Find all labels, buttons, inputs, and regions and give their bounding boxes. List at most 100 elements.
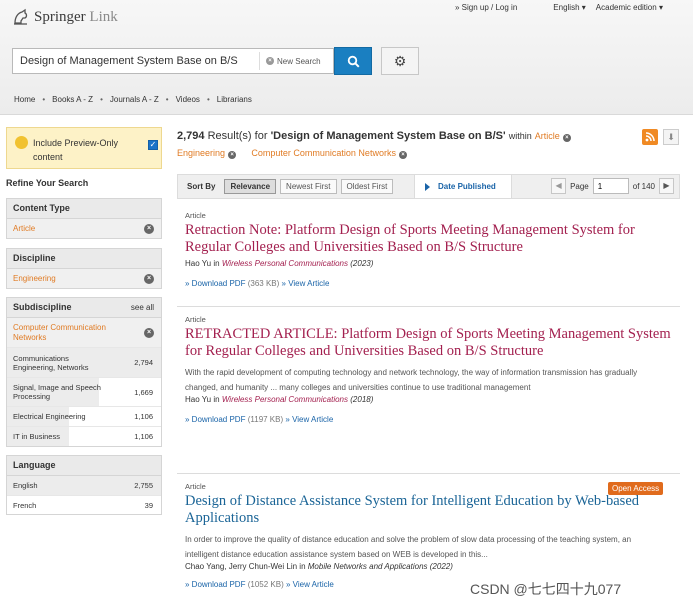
date-published-toggle[interactable]: Date Published — [414, 175, 512, 198]
springer-horse-icon — [14, 8, 28, 25]
view-article-link[interactable]: » View Article — [286, 580, 334, 589]
remove-filter-icon[interactable]: × — [228, 151, 237, 159]
facet-selected-label: Computer Communication Networks — [13, 323, 106, 342]
facet-selected-label: Engineering — [13, 274, 56, 283]
nav-separator: • — [206, 95, 210, 104]
result-title-link[interactable]: RETRACTED ARTICLE: Platform Design of Sp… — [185, 326, 680, 360]
pdf-size: (1197 KB) — [247, 415, 284, 424]
nav-books[interactable]: Books A - Z — [52, 95, 93, 104]
chevron-down-icon: ▾ — [581, 3, 586, 12]
journal-link[interactable]: Mobile Networks and Applications — [308, 562, 428, 571]
prev-page-button[interactable]: ◀ — [551, 178, 567, 194]
active-filter-ccn[interactable]: Computer Communication Networks — [251, 148, 396, 158]
download-results-button[interactable]: ⬇ — [663, 129, 679, 145]
publication-year: (2023) — [350, 259, 374, 268]
springer-link-logo[interactable]: Springer Link — [12, 8, 118, 26]
facet-item[interactable]: French 39 — [7, 495, 161, 514]
nav-separator: • — [100, 95, 103, 104]
in-label: in — [299, 562, 306, 571]
logo-text: Springer Link — [34, 8, 118, 25]
preview-only-checkbox[interactable]: ✓ — [148, 140, 158, 150]
result-title-link[interactable]: Design of Distance Assistance System for… — [185, 493, 680, 527]
publication-year: (2018) — [350, 395, 374, 404]
facet-title: Language — [7, 456, 161, 476]
facet-item[interactable]: Signal, Image and Speech Processing 1,66… — [7, 377, 161, 406]
remove-filter-icon[interactable]: × — [144, 224, 154, 234]
facet-item-label: English — [13, 481, 38, 490]
download-icon: ⬇ — [667, 132, 675, 142]
result-divider — [177, 473, 680, 474]
new-search-button[interactable]: × New Search — [259, 52, 321, 70]
journal-link[interactable]: Wireless Personal Communications — [222, 259, 348, 268]
download-pdf-link[interactable]: » Download PDF — [185, 415, 245, 424]
facet-item[interactable]: IT in Business 1,106 — [7, 426, 161, 446]
header: Springer Link » Sign up / Log in English… — [0, 0, 693, 115]
top-links: » Sign up / Log in English ▾ Academic ed… — [455, 3, 663, 12]
nav-home[interactable]: Home — [14, 95, 35, 104]
facet-selected-engineering[interactable]: Engineering × — [7, 269, 161, 288]
download-pdf-link[interactable]: » Download PDF — [185, 279, 245, 288]
journal-link[interactable]: Wireless Personal Communications — [222, 395, 348, 404]
in-label: in — [213, 259, 220, 268]
main-nav: Home • Books A - Z • Journals A - Z • Vi… — [14, 95, 252, 104]
result-divider — [177, 306, 680, 307]
open-access-badge: Open Access — [608, 482, 664, 495]
result-title-link[interactable]: Retraction Note: Platform Design of Spor… — [185, 222, 680, 256]
sort-by-label: Sort By — [187, 182, 216, 191]
author-name: Chao Yang, Jerry Chun-Wei Lin — [185, 562, 298, 571]
remove-filter-icon[interactable]: × — [144, 274, 154, 284]
search-input[interactable] — [13, 55, 259, 67]
edition-dropdown[interactable]: Academic edition ▾ — [596, 3, 663, 12]
nav-separator: • — [42, 95, 46, 104]
facet-title: Discipline — [7, 249, 161, 269]
nav-librarians[interactable]: Librarians — [217, 95, 252, 104]
sort-newest-button[interactable]: Newest First — [280, 179, 337, 194]
facet-item-label: Communications Engineering, Networks — [13, 353, 89, 372]
lock-icon — [15, 136, 28, 149]
watermark-text: CSDN @七七四十九077 — [470, 581, 622, 597]
result-count: 2,794 — [177, 130, 205, 142]
sort-relevance-button[interactable]: Relevance — [224, 179, 277, 194]
download-pdf-link[interactable]: » Download PDF — [185, 580, 245, 589]
page-total: of 140 — [632, 181, 655, 191]
see-all-link[interactable]: see all — [131, 303, 154, 312]
facet-item-count: 1,106 — [134, 432, 153, 441]
active-filter-article[interactable]: Article — [535, 131, 560, 141]
rss-button[interactable] — [642, 129, 658, 145]
facet-item-count: 2,794 — [134, 358, 153, 367]
facet-item-label: Signal, Image and Speech Processing — [13, 383, 101, 401]
facet-item-label: IT in Business — [13, 432, 60, 441]
sign-up-login-link[interactable]: » Sign up / Log in — [455, 3, 517, 12]
chevron-left-icon: ◀ — [555, 181, 562, 190]
sort-oldest-button[interactable]: Oldest First — [340, 179, 394, 194]
facet-item[interactable]: Communications Engineering, Networks 2,7… — [7, 347, 161, 377]
preview-only-toggle[interactable]: Include Preview-Only content ✓ — [6, 127, 162, 169]
language-dropdown[interactable]: English ▾ — [553, 3, 586, 12]
result-authors: Hao Yu in Wireless Personal Communicatio… — [185, 395, 680, 404]
refine-heading: Refine Your Search — [6, 178, 89, 188]
facet-item[interactable]: English 2,755 — [7, 476, 161, 495]
facet-item-label: French — [13, 500, 37, 510]
nav-journals[interactable]: Journals A - Z — [110, 95, 159, 104]
result-item: Article RETRACTED ARTICLE: Platform Desi… — [185, 315, 680, 424]
results-summary: 2,794 Result(s) for 'Design of Managemen… — [177, 128, 647, 162]
facet-selected-ccn[interactable]: Computer Communication Networks × — [7, 318, 161, 347]
view-article-link[interactable]: » View Article — [285, 415, 333, 424]
remove-filter-icon[interactable]: × — [562, 134, 571, 142]
view-article-link[interactable]: » View Article — [282, 279, 330, 288]
settings-button[interactable]: ⚙ — [381, 47, 419, 75]
search-button[interactable] — [334, 47, 372, 75]
result-authors: Chao Yang, Jerry Chun-Wei Lin in Mobile … — [185, 562, 680, 571]
pdf-size: (363 KB) — [247, 279, 280, 288]
pagination: ◀ Page of 140 ▶ — [551, 178, 674, 194]
nav-videos[interactable]: Videos — [176, 95, 200, 104]
facet-item[interactable]: Electrical Engineering 1,106 — [7, 406, 161, 426]
rss-icon — [645, 132, 655, 142]
result-query: 'Design of Management System Base on B/S… — [270, 130, 506, 142]
facet-selected-article[interactable]: Article × — [7, 219, 161, 238]
remove-filter-icon[interactable]: × — [399, 151, 408, 159]
remove-filter-icon[interactable]: × — [144, 328, 154, 338]
page-input[interactable] — [592, 178, 629, 194]
next-page-button[interactable]: ▶ — [659, 178, 674, 194]
active-filter-engineering[interactable]: Engineering — [177, 148, 225, 158]
